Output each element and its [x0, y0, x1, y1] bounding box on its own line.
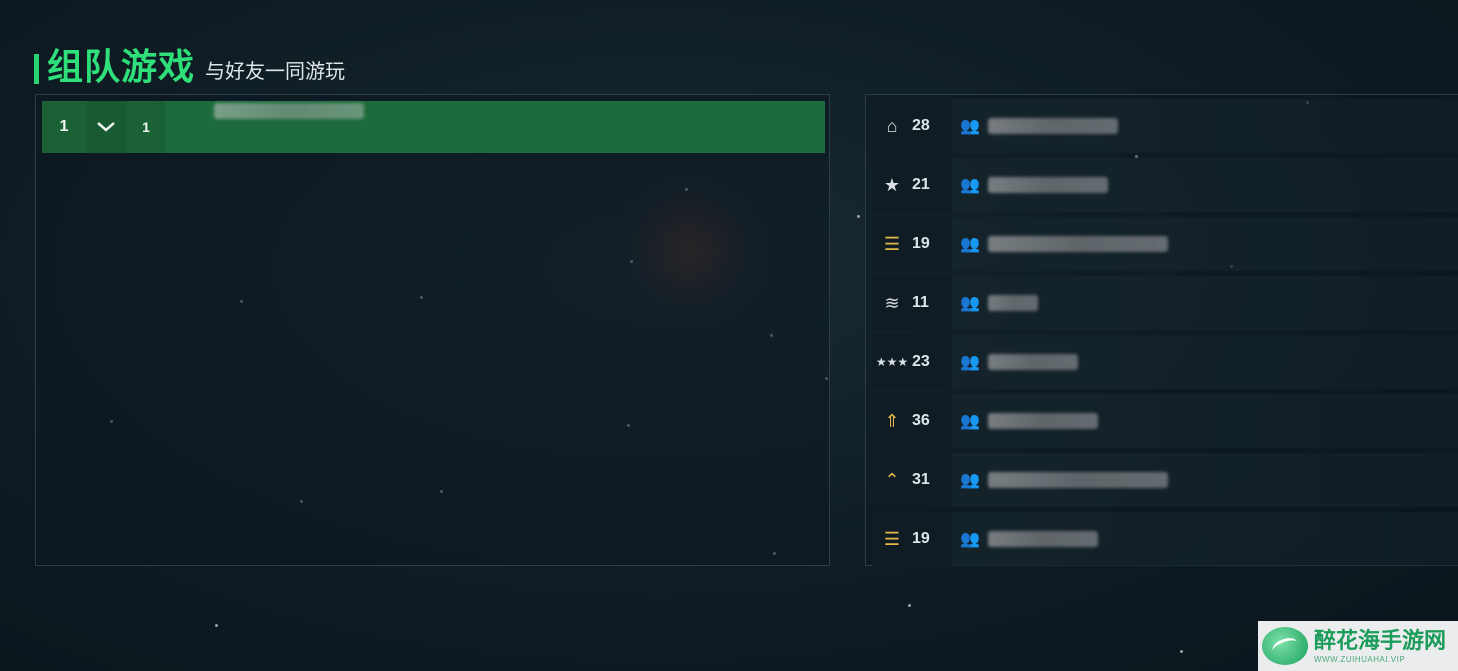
- team-member-count: 1: [126, 101, 166, 153]
- friends-icon: 👥: [960, 295, 980, 312]
- friends-icon: 👥: [960, 354, 980, 371]
- rank-bars-icon: ☰: [883, 528, 901, 549]
- team-row[interactable]: 1 1: [42, 101, 825, 153]
- player-level: 23: [912, 353, 930, 370]
- friends-icon: 👥: [960, 118, 980, 135]
- player-level: 36: [912, 412, 930, 429]
- rank-chevron-icon: ⌂: [886, 115, 898, 136]
- section-header: 组队游戏 与好友一同游玩: [34, 46, 345, 88]
- watermark-title: 醉花海手游网: [1314, 628, 1447, 654]
- page-title: 组队游戏: [47, 46, 196, 87]
- friends-icon: 👥: [960, 236, 980, 253]
- player-name-redacted: [987, 236, 1168, 252]
- player-level: 19: [912, 530, 930, 547]
- chevron-down-icon[interactable]: [86, 101, 126, 153]
- friend-row[interactable]: ≋ 11 👥: [872, 276, 1458, 330]
- friends-icon: 👥: [960, 177, 980, 194]
- friend-row[interactable]: ☰ 19 👥: [872, 217, 1458, 271]
- friend-row[interactable]: ⇑ 36 👥: [872, 394, 1458, 448]
- player-name-redacted: [987, 177, 1108, 193]
- player-name-redacted: [987, 413, 1098, 429]
- team-number: 1: [42, 101, 86, 153]
- player-name-redacted: [987, 354, 1078, 370]
- watermark-url: WWW.ZUIHUAHAI.VIP: [1314, 654, 1406, 664]
- rank-gold-chevron-icon: ⇑: [884, 410, 900, 431]
- header-accent-bar: [34, 54, 39, 84]
- friends-panel: ⌂ 28 👥 ★ 21 👥 ☰ 19 👥 ≋ 11 👥 ★★★ 23 👥 ⇑ 3…: [865, 94, 1458, 566]
- friend-row[interactable]: ★★★ 23 👥: [872, 335, 1458, 389]
- rank-bars-icon: ☰: [883, 233, 901, 254]
- rank-stripes-icon: ≋: [884, 292, 900, 313]
- page-subtitle: 与好友一同游玩: [205, 61, 346, 83]
- friend-row[interactable]: ⌂ 28 👥: [872, 99, 1458, 153]
- friend-row[interactable]: ☰ 19 👥: [872, 512, 1458, 566]
- friend-row[interactable]: ★ 21 👥: [872, 158, 1458, 212]
- friend-row[interactable]: ⌃ 31 👥: [872, 453, 1458, 507]
- player-level: 11: [912, 294, 929, 311]
- rank-gold-arch-icon: ⌃: [884, 469, 900, 490]
- watermark: 醉花海手游网 WWW.ZUIHUAHAI.VIP: [1258, 621, 1458, 671]
- friends-icon: 👥: [960, 531, 980, 548]
- player-level: 19: [912, 235, 930, 252]
- player-name-redacted: [987, 295, 1038, 311]
- player-name-redacted: [987, 531, 1098, 547]
- team-panel: 1 1: [35, 94, 830, 566]
- player-level: 21: [912, 176, 930, 193]
- player-level: 28: [912, 117, 930, 134]
- player-name-redacted: [987, 472, 1168, 488]
- rank-star-icon: ★: [883, 174, 901, 195]
- friends-icon: 👥: [960, 413, 980, 430]
- team-member-name-redacted: [214, 102, 364, 124]
- watermark-logo-icon: [1262, 627, 1308, 665]
- player-name-redacted: [987, 118, 1118, 134]
- friends-icon: 👥: [960, 472, 980, 489]
- player-level: 31: [912, 471, 930, 488]
- rank-three-star-icon: ★★★: [875, 355, 909, 369]
